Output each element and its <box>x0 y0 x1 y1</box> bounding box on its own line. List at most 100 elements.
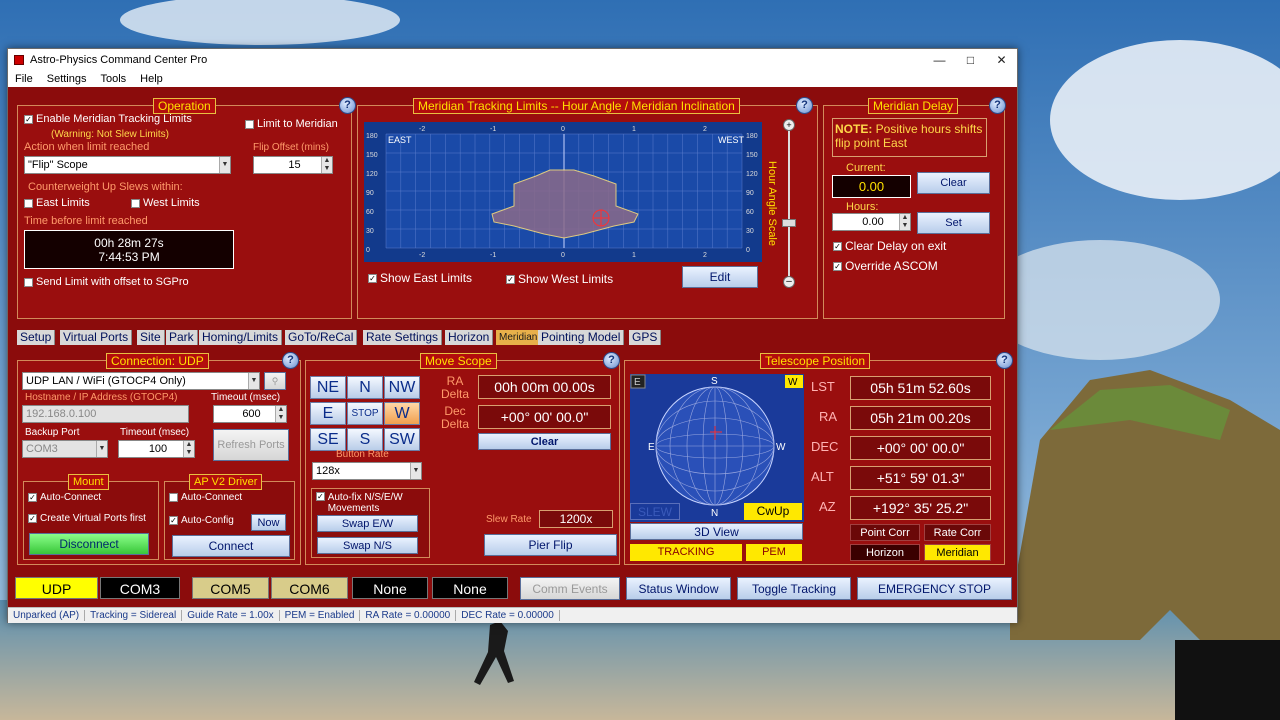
port-com3: COM3 <box>100 577 180 599</box>
action-select[interactable]: "Flip" Scope ▼ <box>24 156 231 174</box>
host-input[interactable]: 192.168.0.100 <box>22 405 189 423</box>
help-icon[interactable]: ? <box>989 97 1006 114</box>
west-limits-checkbox[interactable]: West Limits <box>131 197 200 209</box>
emergency-stop-button[interactable]: EMERGENCY STOP <box>857 577 1012 600</box>
tab-gps[interactable]: GPS <box>629 330 662 345</box>
help-icon[interactable]: ? <box>603 352 620 369</box>
3d-view-button[interactable]: 3D View <box>630 523 803 540</box>
swap-ew-button[interactable]: Swap E/W <box>317 515 418 532</box>
move-s-button[interactable]: S <box>347 428 383 451</box>
disconnect-button[interactable]: Disconnect <box>29 533 149 555</box>
send-limit-checkbox[interactable]: Send Limit with offset to SGPro <box>24 276 189 288</box>
ap-driver-group: AP V2 Driver Auto-Connect ✓ Auto-Config N… <box>164 474 295 560</box>
stop-button[interactable]: STOP <box>347 402 383 425</box>
hours-input[interactable]: 0.00 ▲ ▼ <box>832 213 911 231</box>
lst-value: 05h 51m 52.60s <box>850 376 991 400</box>
menu-file[interactable]: File <box>8 73 40 85</box>
delay-title: Meridian Delay <box>868 98 959 114</box>
minimize-icon[interactable]: — <box>924 49 955 70</box>
connection-type-select[interactable]: UDP LAN / WiFi (GTOCP4 Only) ▼ <box>22 372 260 390</box>
autofix-checkbox[interactable]: ✓ Auto-fix N/S/E/W Movements <box>316 492 426 514</box>
menu-settings[interactable]: Settings <box>40 73 94 85</box>
move-nw-button[interactable]: NW <box>384 376 420 399</box>
help-icon[interactable]: ? <box>796 97 813 114</box>
ap-auto-connect-checkbox[interactable]: Auto-Connect <box>169 492 242 503</box>
clear-delay-button[interactable]: Clear <box>917 172 990 194</box>
move-w-button[interactable]: W <box>384 402 420 425</box>
compass-n: N <box>711 508 718 519</box>
tab-rate-settings[interactable]: Rate Settings <box>363 330 443 345</box>
east-limits-checkbox[interactable]: East Limits <box>24 197 90 209</box>
rate-corr-indicator: Rate Corr <box>924 524 991 541</box>
tab-site[interactable]: Site <box>137 330 165 345</box>
y-tick-label: 0 <box>746 247 750 254</box>
clear-on-exit-checkbox[interactable]: ✓ Clear Delay on exit <box>833 239 946 253</box>
button-rate-select[interactable]: 128x ▼ <box>312 462 422 480</box>
move-n-button[interactable]: N <box>347 376 383 399</box>
menu-help[interactable]: Help <box>133 73 170 85</box>
y-tick-label: 120 <box>746 171 758 178</box>
help-icon[interactable]: ? <box>996 352 1013 369</box>
limit-to-meridian-checkbox[interactable]: Limit to Meridian <box>245 118 338 130</box>
operation-title: Operation <box>153 98 216 114</box>
scale-minus-icon[interactable]: – <box>783 276 795 288</box>
override-ascom-checkbox[interactable]: ✓ Override ASCOM <box>833 259 938 273</box>
y-tick-label: 180 <box>746 133 758 140</box>
create-virtual-ports-checkbox[interactable]: ✓ Create Virtual Ports first <box>28 513 146 524</box>
refresh-ports-button[interactable]: Refresh Ports <box>213 429 289 461</box>
tab-horizon[interactable]: Horizon <box>445 330 494 345</box>
set-delay-button[interactable]: Set <box>917 212 990 234</box>
west-label: WEST <box>718 135 745 145</box>
show-east-checkbox[interactable]: ✓ Show East Limits <box>368 271 472 285</box>
help-icon[interactable]: ? <box>339 97 356 114</box>
e-indicator: E <box>634 377 641 388</box>
tab-homing-limits[interactable]: Homing/Limits <box>199 330 283 345</box>
now-button[interactable]: Now <box>251 514 286 531</box>
slew-rate-label: Slew Rate <box>486 514 532 525</box>
tab-setup[interactable]: Setup <box>17 330 56 345</box>
x-tick-label: 2 <box>703 252 707 259</box>
limits-title: Meridian Tracking Limits -- Hour Angle /… <box>413 98 740 114</box>
search-icon[interactable]: ⚲ <box>264 372 286 390</box>
move-se-button[interactable]: SE <box>310 428 346 451</box>
tab-meridian[interactable]: Meridian <box>496 330 542 345</box>
pier-flip-button[interactable]: Pier Flip <box>484 534 617 556</box>
tab-virtual-ports[interactable]: Virtual Ports <box>60 330 133 345</box>
app-icon <box>14 54 24 65</box>
move-e-button[interactable]: E <box>310 402 346 425</box>
close-icon[interactable]: ✕ <box>986 49 1017 70</box>
show-west-checkbox[interactable]: ✓ Show West Limits <box>506 272 613 286</box>
tab-goto-recal[interactable]: GoTo/ReCal <box>285 330 358 345</box>
timeout2-input[interactable]: 100 ▲ ▼ <box>118 440 195 458</box>
mount-auto-connect-checkbox[interactable]: ✓ Auto-Connect <box>28 492 101 503</box>
swap-ns-button[interactable]: Swap N/S <box>317 537 418 554</box>
tab-pointing-model[interactable]: Pointing Model <box>538 330 625 345</box>
x-tick-label: 0 <box>561 126 565 133</box>
scale-slider-thumb[interactable] <box>782 219 796 227</box>
tab-park[interactable]: Park <box>166 330 198 345</box>
clear-delta-button[interactable]: Clear <box>478 433 611 450</box>
scale-plus-icon[interactable]: + <box>783 119 795 131</box>
edit-button[interactable]: Edit <box>682 266 758 288</box>
toggle-tracking-button[interactable]: Toggle Tracking <box>737 577 851 600</box>
mount-group: Mount ✓ Auto-Connect ✓ Create Virtual Port… <box>23 474 159 560</box>
move-panel: Move Scope ? NE N NW E STOP W SE S SW RA… <box>305 352 620 565</box>
ap-auto-config-checkbox[interactable]: ✓ Auto-Config <box>169 515 234 526</box>
menu-tools[interactable]: Tools <box>93 73 133 85</box>
action-label: Action when limit reached <box>24 141 150 153</box>
flip-offset-input[interactable]: 15 ▲ ▼ <box>253 156 333 174</box>
help-icon[interactable]: ? <box>282 352 299 369</box>
backup-port-select[interactable]: COM3 ▼ <box>22 440 108 458</box>
timeout-input[interactable]: 600 ▲ ▼ <box>213 405 287 423</box>
maximize-icon[interactable]: □ <box>955 49 986 70</box>
connection-title: Connection: UDP <box>106 353 209 369</box>
move-sw-button[interactable]: SW <box>384 428 420 451</box>
enable-limits-checkbox[interactable]: ✓ Enable Meridian Tracking Limits <box>24 113 192 125</box>
status-window-button[interactable]: Status Window <box>626 577 731 600</box>
telescope-panel: Telescope Position ? S N E W E W SLEW Cw… <box>624 352 1013 565</box>
connect-button[interactable]: Connect <box>172 535 290 557</box>
move-ne-button[interactable]: NE <box>310 376 346 399</box>
hours-label: Hours: <box>846 201 879 213</box>
comm-events-button[interactable]: Comm Events <box>520 577 620 600</box>
dec-delta-value: +00° 00' 00.0" <box>478 405 611 429</box>
